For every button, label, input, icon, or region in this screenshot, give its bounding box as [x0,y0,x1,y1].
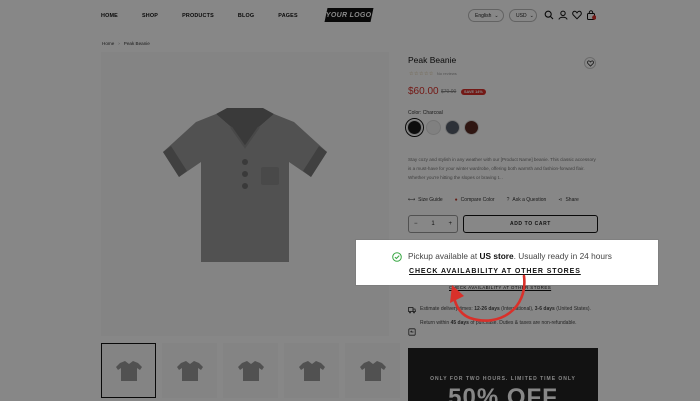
product-page: HOME SHOP PRODUCTS BLOG PAGES YOUR LOGO … [0,0,700,401]
pickup-status-text: Pickup available at US store. Usually re… [408,251,612,261]
pickup-store: US store [479,251,514,261]
red-arrow-annotation [450,274,526,322]
check-circle-icon [392,252,402,262]
dim-overlay [0,0,700,401]
pickup-post: . Usually ready in 24 hours [513,251,612,261]
pickup-pre: Pickup available at [408,251,480,261]
